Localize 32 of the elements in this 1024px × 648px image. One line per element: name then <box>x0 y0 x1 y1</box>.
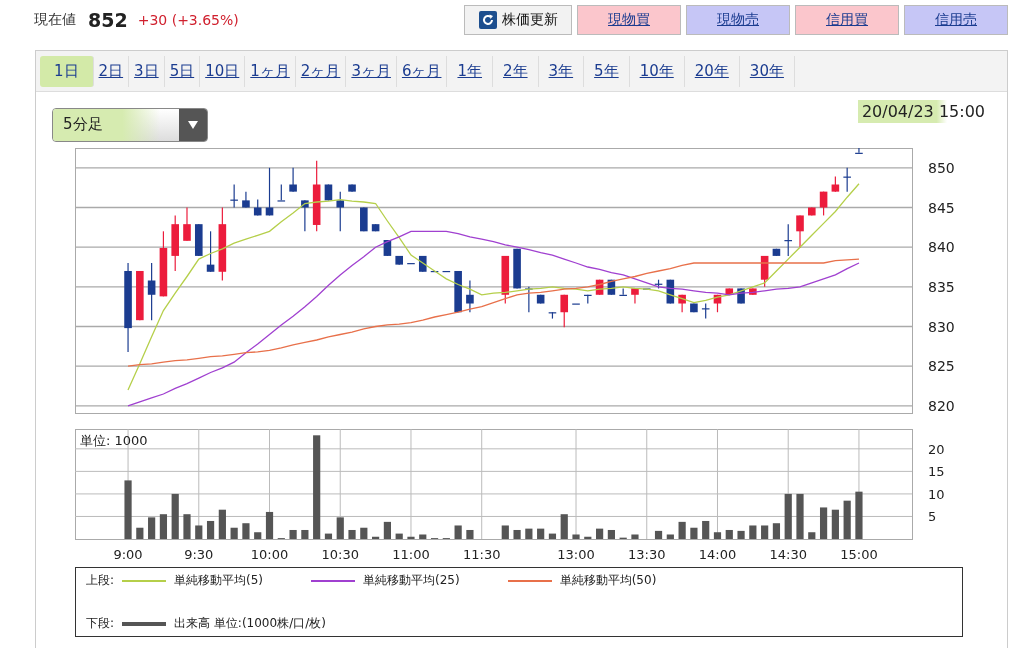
x-axis-label: 14:30 <box>769 547 807 562</box>
x-axis-label: 11:00 <box>392 547 430 562</box>
legend-heading: 下段: <box>86 615 115 632</box>
y-axis-label: 825 <box>928 358 955 375</box>
y-axis-label: 830 <box>928 318 955 335</box>
legend-label: 単純移動平均(50) <box>559 572 657 589</box>
unit-label: 単位: 1000 <box>80 433 148 448</box>
y-axis-label: 5 <box>928 509 937 525</box>
y-axis-label: 820 <box>928 397 955 414</box>
x-axis-label: 10:30 <box>321 547 359 562</box>
y-axis-label: 840 <box>928 239 955 256</box>
price-change: +30 (+3.65%) <box>137 12 239 28</box>
y-axis-label: 20 <box>928 441 945 457</box>
x-axis-label: 14:00 <box>698 547 737 562</box>
legend-label: 出来高 単位:(1000株/口/枚) <box>174 615 326 632</box>
x-axis-label: 13:30 <box>628 547 666 562</box>
y-axis-label: 10 <box>928 486 945 502</box>
x-axis-label: 9:30 <box>184 547 214 562</box>
x-axis-label: 11:30 <box>463 547 501 562</box>
y-axis-label: 15 <box>928 464 945 480</box>
legend-heading: 上段: <box>86 572 115 589</box>
y-axis-label: 845 <box>928 199 955 216</box>
current-price-label: 現在値 <box>34 11 76 29</box>
y-axis-label: 835 <box>928 278 955 295</box>
x-axis-label: 13:00 <box>557 547 595 562</box>
current-price: 852 <box>88 9 128 31</box>
legend-label: 単純移動平均(5) <box>174 572 264 589</box>
legend-label: 単純移動平均(25) <box>363 572 460 589</box>
x-axis-label: 15:00 <box>840 547 878 562</box>
y-axis-label: 850 <box>928 159 955 176</box>
x-axis-label: 10:00 <box>250 547 289 562</box>
x-axis-label: 9:00 <box>113 547 143 562</box>
